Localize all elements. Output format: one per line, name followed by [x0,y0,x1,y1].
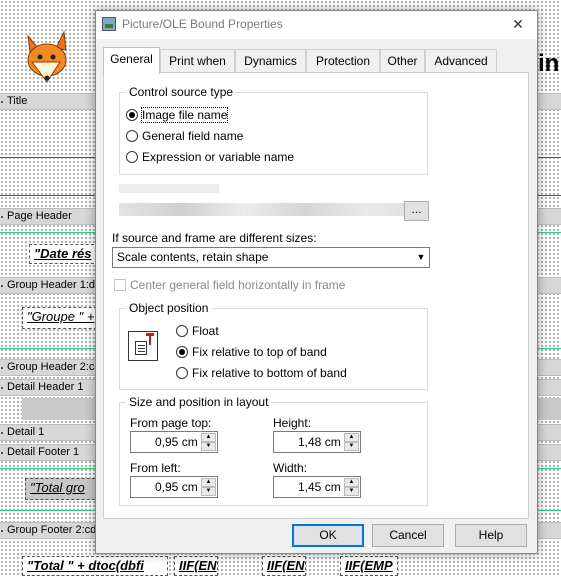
field-iif-1[interactable]: IIF(EN [174,556,218,576]
field-total-group[interactable]: "Total gro [25,478,100,500]
control-source-title: Control source type [126,84,237,100]
dialog-title: Picture/OLE Bound Properties [122,17,283,31]
object-position-group: Object position Float Fix relative to to… [119,300,428,390]
foxpro-logo [20,28,76,88]
radio-button[interactable] [126,130,138,142]
size-mode-label: If source and frame are different sizes: [112,231,317,245]
source-input-redacted[interactable] [119,203,429,216]
spinner-value: 0,95 cm [155,435,198,449]
spin-up-icon[interactable]: ▲ [201,433,216,442]
tab-protection[interactable]: Protection [306,49,380,73]
general-tab-panel: Control source type Image file name Gene… [103,72,529,519]
radio-label: Image file name [140,107,229,123]
tab-general[interactable]: General [103,47,160,74]
radio-button[interactable] [176,346,188,358]
radio-label: Expression or variable name [142,150,295,164]
tab-other[interactable]: Other [380,49,425,73]
field-groupe[interactable]: "Groupe " + [22,307,102,329]
size-mode-select[interactable]: Scale contents, retain shape ▼ [112,247,430,268]
radio-fix-top[interactable]: Fix relative to top of band [176,344,327,360]
radio-general-field-name[interactable]: General field name [126,128,243,144]
tab-advanced[interactable]: Advanced [425,49,497,73]
checkbox-label: Center general field horizontally in fra… [130,278,346,292]
width-label: Width: [273,461,308,475]
picture-icon [102,17,116,31]
object-position-icon [128,331,158,361]
size-position-group: Size and position in layout From page to… [119,394,428,506]
source-label-redacted [119,184,219,193]
spin-down-icon[interactable]: ▼ [344,442,359,451]
field-total-bottom[interactable]: "Total " + dtoc(dbfi [22,556,168,576]
properties-dialog: Picture/OLE Bound Properties ✕ General P… [95,10,538,554]
field-date[interactable]: "Date rés [29,244,99,264]
tab-print-when[interactable]: Print when [160,49,235,73]
browse-button[interactable]: ... [404,201,429,221]
close-icon[interactable]: ✕ [507,14,529,34]
spin-up-icon[interactable]: ▲ [344,433,359,442]
field-iif-2[interactable]: IIF(EN [262,556,306,576]
radio-float[interactable]: Float [176,323,219,339]
width-spinner[interactable]: 1,45 cm ▲ ▼ [273,476,361,498]
height-label: Height: [273,416,312,430]
checkbox[interactable] [114,279,126,291]
object-position-title: Object position [126,300,212,316]
spin-down-icon[interactable]: ▼ [344,487,359,496]
control-source-group: Control source type Image file name Gene… [119,84,428,175]
spin-down-icon[interactable]: ▼ [201,442,216,451]
radio-label: General field name [142,129,244,143]
center-field-checkbox[interactable]: Center general field horizontally in fra… [114,278,345,292]
radio-image-file-name[interactable]: Image file name [126,107,229,123]
radio-fix-bottom[interactable]: Fix relative to bottom of band [176,365,347,381]
radio-button[interactable] [126,151,138,163]
help-button[interactable]: Help [455,524,527,547]
spin-down-icon[interactable]: ▼ [201,487,216,496]
from-left-label: From left: [130,461,181,475]
report-title-fragment: in [538,50,560,77]
radio-button[interactable] [176,325,188,337]
from-page-top-spinner[interactable]: 0,95 cm ▲ ▼ [130,431,218,453]
height-spinner[interactable]: 1,48 cm ▲ ▼ [273,431,361,453]
spin-up-icon[interactable]: ▲ [201,478,216,487]
radio-button[interactable] [176,367,188,379]
radio-expression[interactable]: Expression or variable name [126,149,294,165]
tab-dynamics[interactable]: Dynamics [235,49,306,73]
spinner-value: 1,48 cm [298,435,341,449]
spinner-value: 0,95 cm [155,480,198,494]
field-iif-3[interactable]: IIF(EMP [340,556,398,576]
radio-label: Float [192,324,219,338]
chevron-down-icon[interactable]: ▼ [412,248,429,267]
size-position-title: Size and position in layout [126,394,272,410]
dialog-titlebar[interactable]: Picture/OLE Bound Properties ✕ [96,11,537,39]
from-left-spinner[interactable]: 0,95 cm ▲ ▼ [130,476,218,498]
radio-label: Fix relative to bottom of band [192,366,347,380]
from-page-top-label: From page top: [130,416,212,430]
radio-button[interactable] [126,109,138,121]
spinner-value: 1,45 cm [298,480,341,494]
size-mode-value: Scale contents, retain shape [117,250,269,264]
cancel-button[interactable]: Cancel [372,524,444,547]
ok-button[interactable]: OK [292,524,364,547]
radio-label: Fix relative to top of band [192,345,327,359]
spin-up-icon[interactable]: ▲ [344,478,359,487]
